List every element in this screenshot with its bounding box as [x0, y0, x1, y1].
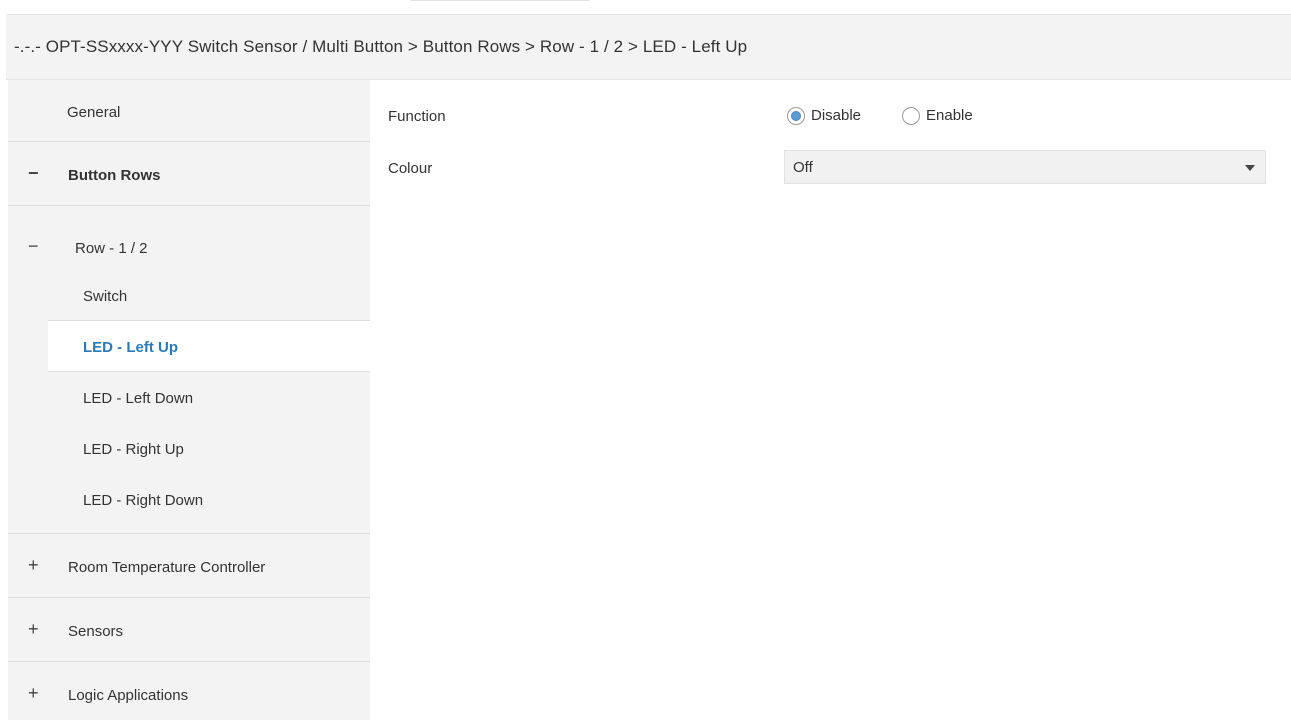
sidebar-item-general[interactable]: General — [8, 80, 370, 142]
sidebar-item-led-right-up[interactable]: LED - Right Up — [8, 424, 370, 474]
function-enable-radio[interactable] — [902, 107, 920, 125]
sidebar-item-label: Button Rows — [68, 167, 161, 184]
sidebar-item-row-1-2[interactable]: − Row - 1 / 2 — [8, 224, 370, 272]
minus-icon[interactable]: − — [28, 237, 39, 255]
sidebar-item-led-left-down[interactable]: LED - Left Down — [8, 372, 370, 424]
plus-icon[interactable]: + — [28, 620, 39, 638]
breadcrumb: -.-.- OPT-SSxxxx-YYY Switch Sensor / Mul… — [14, 37, 748, 56]
header: -.-.- OPT-SSxxxx-YYY Switch Sensor / Mul… — [6, 14, 1291, 80]
parameter-panel: Function Disable Enable Colour Off — [370, 80, 1291, 720]
sidebar-item-label: General — [67, 104, 121, 121]
left-edge — [0, 80, 6, 720]
sidebar-item-button-rows[interactable]: − Button Rows — [8, 142, 370, 206]
colour-label: Colour — [388, 160, 433, 177]
sidebar-item-label: Room Temperature Controller — [68, 559, 266, 576]
function-enable-label[interactable]: Enable — [926, 107, 973, 124]
sidebar-item-label: Logic Applications — [68, 687, 189, 704]
function-label: Function — [388, 108, 446, 125]
colour-select[interactable]: Off — [784, 150, 1266, 184]
sidebar-item-room-temperature-controller[interactable]: + Room Temperature Controller — [8, 534, 370, 598]
sidebar-item-label: LED - Left Down — [83, 390, 194, 407]
sidebar: General − Button Rows − Row - 1 / 2 Swit… — [8, 80, 378, 720]
sidebar-item-label: LED - Right Up — [83, 441, 184, 458]
chevron-down-icon[interactable] — [1245, 165, 1255, 171]
plus-icon[interactable]: + — [28, 684, 39, 702]
function-disable-radio[interactable] — [787, 107, 805, 125]
sidebar-item-switch[interactable]: Switch — [8, 272, 370, 320]
colour-select-value: Off — [793, 159, 813, 176]
sidebar-item-label: Sensors — [68, 623, 124, 640]
minus-icon[interactable]: − — [28, 164, 39, 182]
sidebar-item-led-left-up[interactable]: LED - Left Up — [48, 320, 378, 372]
sidebar-item-led-right-down[interactable]: LED - Right Down — [8, 474, 370, 534]
sidebar-item-sensors[interactable]: + Sensors — [8, 598, 370, 662]
tree-notch — [26, 206, 46, 215]
function-disable-label[interactable]: Disable — [811, 107, 861, 124]
sidebar-item-logic-applications[interactable]: + Logic Applications — [8, 662, 370, 720]
plus-icon[interactable]: + — [28, 556, 39, 574]
sidebar-item-label: LED - Right Down — [83, 492, 204, 509]
top-tab — [410, 0, 590, 15]
sidebar-item-label: LED - Left Up — [83, 339, 178, 356]
sidebar-item-label: Row - 1 / 2 — [75, 240, 148, 257]
sidebar-item-label: Switch — [83, 288, 128, 305]
